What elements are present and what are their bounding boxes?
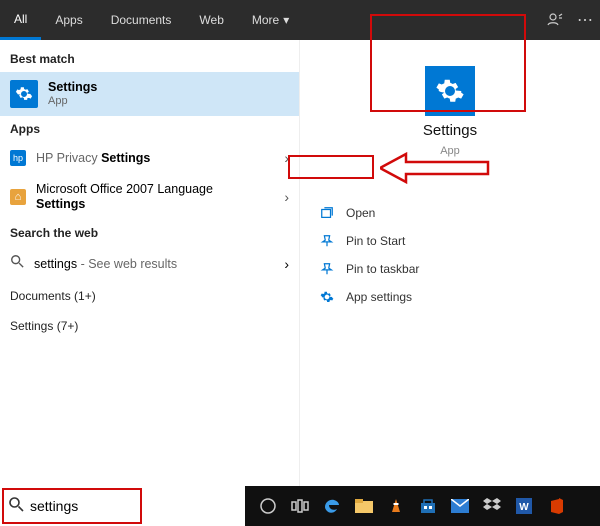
edge-icon[interactable] [317,486,347,526]
settings-more-link[interactable]: Settings (7+) [0,311,299,341]
hp-icon: hp [10,150,26,166]
tab-documents[interactable]: Documents [97,0,186,40]
result-bold: Settings [36,197,213,212]
dropbox-icon[interactable] [477,486,507,526]
action-label: Open [346,206,375,220]
chevron-right-icon: › [284,150,289,166]
action-open[interactable]: Open [300,199,600,227]
gear-icon [10,80,38,108]
action-label: Pin to Start [346,234,405,248]
chevron-down-icon: ▾ [283,13,289,27]
result-hp-privacy[interactable]: hp HP Privacy Settings › [0,142,299,174]
taskbar-search[interactable] [0,486,245,526]
open-icon [320,206,336,220]
result-web-settings[interactable]: settings - See web results › [0,246,299,281]
result-office-language[interactable]: ⌂ Microsoft Office 2007 Language Setting… [0,174,299,220]
results-left: Best match Settings App Apps hp HP Priva… [0,40,300,486]
chevron-right-icon: › [284,256,289,272]
more-options-icon[interactable]: ⋯ [570,0,600,40]
result-name: Settings [48,80,97,95]
chevron-right-icon: › [284,189,289,205]
action-label: Pin to taskbar [346,262,419,276]
tab-apps[interactable]: Apps [41,0,96,40]
search-tabbar: All Apps Documents Web More ▾ ⋯ [0,0,600,40]
search-input[interactable] [30,498,237,514]
section-search-web: Search the web [0,220,299,246]
spacer [303,0,540,40]
svg-text:W: W [519,502,529,513]
pin-icon [320,262,336,276]
preview-pane: Settings App Open Pin to Start Pin to ta… [300,40,600,486]
action-app-settings[interactable]: App settings [300,283,600,311]
preview-title: Settings [423,122,477,139]
result-settings-app[interactable]: Settings App [0,72,299,116]
pin-icon [320,234,336,248]
result-text: Microsoft Office 2007 Language Settings [36,182,213,212]
search-icon [10,254,24,273]
office-icon: ⌂ [10,189,26,205]
tab-web[interactable]: Web [185,0,237,40]
result-line1: Microsoft Office 2007 Language [36,182,213,197]
result-name: HP Privacy Settings [36,151,150,166]
action-pin-start[interactable]: Pin to Start [300,227,600,255]
preview-actions: Open Pin to Start Pin to taskbar App set… [300,199,600,311]
cortana-icon[interactable] [253,486,283,526]
action-label: App settings [346,290,412,304]
gear-icon [425,66,475,116]
search-icon [8,496,24,517]
office-icon[interactable] [541,486,571,526]
store-icon[interactable] [413,486,443,526]
search-panel: Best match Settings App Apps hp HP Priva… [0,40,600,486]
web-result-text: settings - See web results [34,257,177,271]
tab-all[interactable]: All [0,0,41,40]
preview-card: Settings App [375,58,525,165]
feedback-icon[interactable] [540,0,570,40]
section-best-match: Best match [0,46,299,72]
result-sub: App [48,95,97,108]
tab-more[interactable]: More ▾ [238,0,303,40]
vlc-icon[interactable] [381,486,411,526]
documents-more-link[interactable]: Documents (1+) [0,281,299,311]
gear-icon [320,290,336,304]
section-apps: Apps [0,116,299,142]
action-pin-taskbar[interactable]: Pin to taskbar [300,255,600,283]
explorer-icon[interactable] [349,486,379,526]
taskview-icon[interactable] [285,486,315,526]
preview-sub: App [440,145,460,157]
word-icon[interactable]: W [509,486,539,526]
mail-icon[interactable] [445,486,475,526]
result-text: Settings App [48,80,97,108]
result-text: HP Privacy Settings [36,151,150,166]
taskbar-icons: W [253,486,571,526]
tab-more-label: More [252,13,279,27]
taskbar: W [0,486,600,526]
